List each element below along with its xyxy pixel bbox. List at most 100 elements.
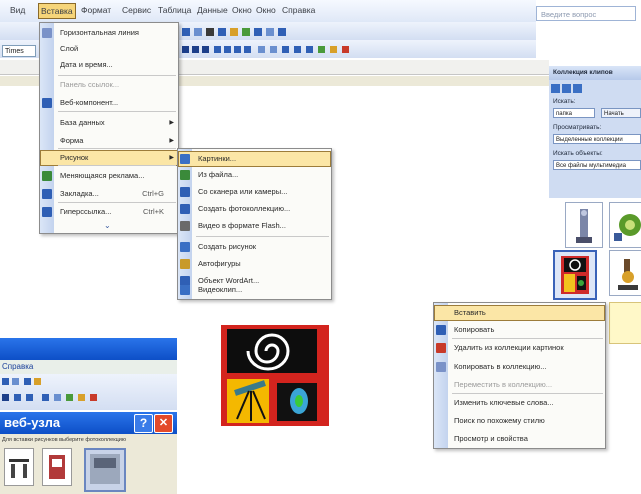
clip-thumbnail-note[interactable] bbox=[609, 302, 641, 344]
insert-menu-item-icon bbox=[42, 60, 52, 70]
insert-menu-item[interactable]: Закладка... Ctrl+G bbox=[40, 186, 178, 202]
inserted-clip-art[interactable] bbox=[221, 325, 329, 426]
context-menu-item-label: Копировать в коллекцию... bbox=[454, 362, 547, 371]
picture-submenu-item-icon bbox=[180, 242, 190, 252]
context-menu-item: Переместить в коллекцию... bbox=[434, 377, 605, 393]
picture-submenu-item[interactable]: Картинки... bbox=[178, 151, 331, 167]
menu-separator bbox=[58, 165, 176, 166]
font-name-box[interactable]: Times bbox=[2, 45, 36, 57]
clip-thumbnail-tower[interactable] bbox=[565, 202, 603, 248]
back-icon[interactable] bbox=[551, 84, 560, 93]
insert-menu-item[interactable]: Форма ▶ bbox=[40, 133, 178, 149]
clip-thumbnail-microscope[interactable] bbox=[609, 250, 641, 296]
home-icon[interactable] bbox=[573, 84, 582, 93]
menu-insert[interactable]: Вставка bbox=[38, 3, 76, 19]
photo-thumbnail-2[interactable] bbox=[42, 448, 72, 486]
picture-submenu-item-icon bbox=[180, 170, 190, 180]
inset-menu-help[interactable]: Справка bbox=[2, 362, 33, 371]
forward-icon[interactable] bbox=[562, 84, 571, 93]
expand-menu-chevron-icon[interactable]: ⌄ bbox=[104, 221, 111, 230]
picture-submenu-item-label: Автофигуры bbox=[198, 259, 241, 268]
insert-menu-item-label: Веб-компонент... bbox=[60, 98, 119, 107]
insert-menu-item-label: Слой bbox=[60, 44, 79, 53]
menu-separator bbox=[196, 236, 329, 237]
context-menu-item[interactable]: Вставить bbox=[434, 305, 605, 321]
context-menu-item-icon bbox=[436, 434, 446, 444]
menu-window-2[interactable]: Окно bbox=[256, 5, 276, 15]
menu-format[interactable]: Формат bbox=[81, 5, 111, 15]
insert-menu-item[interactable]: Дата и время... bbox=[40, 57, 178, 73]
inset-toolbar-buttons bbox=[2, 378, 97, 401]
insert-menu-item[interactable]: Гиперссылка... Ctrl+K bbox=[40, 204, 178, 220]
menu-table[interactable]: Таблица bbox=[158, 5, 191, 15]
picture-submenu: Картинки... Из файла... Со сканера или кам… bbox=[177, 148, 332, 300]
photo-thumbnail-1[interactable] bbox=[4, 448, 34, 486]
context-menu-item-icon bbox=[436, 362, 446, 372]
picture-submenu-item[interactable]: Создать рисунок bbox=[178, 239, 331, 255]
dialog-close-button[interactable]: ✕ bbox=[154, 414, 173, 433]
insert-menu-item-label: Дата и время... bbox=[60, 60, 113, 69]
picture-submenu-item-icon bbox=[180, 285, 190, 295]
picture-submenu-item-icon bbox=[180, 259, 190, 269]
context-menu-item[interactable]: Удалить из коллекции картинок bbox=[434, 340, 605, 356]
context-menu-item-label: Переместить в коллекцию... bbox=[454, 380, 553, 389]
menu-data[interactable]: Данные bbox=[197, 5, 228, 15]
context-menu-item-icon bbox=[436, 416, 446, 426]
insert-menu-item[interactable]: Меняющаяся реклама... bbox=[40, 168, 178, 184]
menu-help[interactable]: Справка bbox=[282, 5, 315, 15]
context-menu-item[interactable]: Просмотр и свойства bbox=[434, 431, 605, 447]
help-search-input[interactable]: Введите вопрос bbox=[536, 6, 636, 21]
picture-submenu-item-icon bbox=[180, 154, 190, 164]
insert-menu-item[interactable]: Рисунок ▶ bbox=[40, 150, 178, 166]
picture-submenu-item[interactable]: Создать фотоколлекцию... bbox=[178, 201, 331, 217]
insert-menu-item[interactable]: Веб-компонент... bbox=[40, 95, 178, 111]
picture-submenu-item-label: Со сканера или камеры... bbox=[198, 187, 288, 196]
search-start-button[interactable]: Начать bbox=[601, 108, 641, 118]
picture-submenu-item-label: Картинки... bbox=[198, 154, 237, 163]
picture-submenu-item-label: Из файла... bbox=[198, 170, 239, 179]
picture-submenu-item[interactable]: Со сканера или камеры... bbox=[178, 184, 331, 200]
insert-menu-item-label: Форма bbox=[60, 136, 84, 145]
menu-separator bbox=[452, 338, 603, 339]
scope-select[interactable]: Выделенные коллекции bbox=[553, 134, 641, 144]
types-select[interactable]: Все файлы мультимедиа bbox=[553, 160, 641, 170]
insert-menu-shortcut: Ctrl+K bbox=[142, 207, 164, 216]
menu-window[interactable]: Окно bbox=[232, 5, 252, 15]
picture-submenu-item[interactable]: Из файла... bbox=[178, 167, 331, 183]
dialog-title: веб-узла bbox=[4, 415, 61, 430]
submenu-arrow-icon: ▶ bbox=[169, 138, 174, 144]
insert-menu-item[interactable]: База данных ▶ bbox=[40, 115, 178, 131]
dialog-hint: Для вставки рисунков выберите фотоколлек… bbox=[2, 437, 126, 443]
insert-menu-item-label: Панель ссылок... bbox=[60, 80, 120, 89]
photo-thumbnail-3-selected[interactable] bbox=[84, 448, 126, 492]
context-menu-item-label: Вставить bbox=[454, 308, 486, 317]
inset-window: Справка веб-узла ? ✕ Для вставки рисунко… bbox=[0, 338, 177, 494]
dialog-help-button[interactable]: ? bbox=[134, 414, 153, 433]
insert-menu-item: Панель ссылок... bbox=[40, 77, 178, 93]
search-input[interactable]: папка bbox=[553, 108, 595, 118]
context-menu-item-label: Изменить ключевые слова... bbox=[454, 398, 554, 407]
picture-submenu-item[interactable]: Видеоклип... bbox=[178, 282, 331, 298]
clip-thumbnail-globe[interactable] bbox=[609, 202, 641, 248]
clip-thumbnail-selected[interactable] bbox=[553, 250, 597, 300]
picture-submenu-item[interactable]: Видео в формате Flash... bbox=[178, 218, 331, 234]
menu-separator bbox=[58, 148, 176, 149]
insert-menu-item-icon bbox=[42, 153, 52, 163]
context-menu-item[interactable]: Копировать в коллекцию... bbox=[434, 359, 605, 375]
insert-menu-item-icon bbox=[42, 136, 52, 146]
context-menu-item[interactable]: Изменить ключевые слова... bbox=[434, 395, 605, 411]
context-menu-item[interactable]: Копировать bbox=[434, 322, 605, 338]
insert-menu-item-label: База данных bbox=[60, 118, 105, 127]
picture-submenu-item-icon bbox=[180, 204, 190, 214]
picture-submenu-item-label: Видео в формате Flash... bbox=[198, 221, 286, 230]
insert-menu: Горизонтальная линия Слой Дата и время... П… bbox=[39, 22, 179, 234]
picture-submenu-item[interactable]: Автофигуры bbox=[178, 256, 331, 272]
insert-menu-item-label: Горизонтальная линия bbox=[60, 28, 139, 37]
inset-titlebar bbox=[0, 338, 177, 360]
types-label: Искать объекты: bbox=[553, 150, 603, 157]
insert-menu-item[interactable]: Горизонтальная линия bbox=[40, 25, 178, 41]
menu-view[interactable]: Вид bbox=[10, 5, 25, 15]
insert-menu-item[interactable]: Слой bbox=[40, 41, 178, 57]
context-menu-item[interactable]: Поиск по похожему стилю bbox=[434, 413, 605, 429]
menu-tools[interactable]: Сервис bbox=[122, 5, 151, 15]
